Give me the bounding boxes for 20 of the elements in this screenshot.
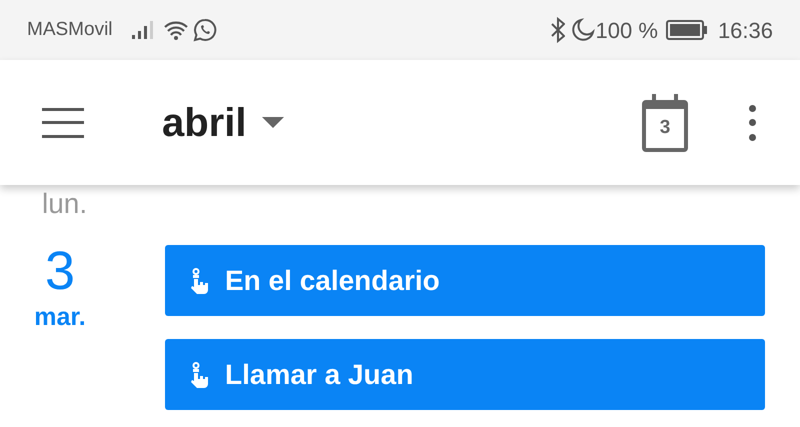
more-options-icon[interactable]	[748, 104, 756, 140]
event-item[interactable]: Llamar a Juan	[165, 339, 765, 410]
battery-percent: 100 %	[596, 16, 658, 44]
day-weekday: lun.	[42, 187, 88, 221]
month-selector[interactable]: abril	[162, 92, 284, 152]
clock: 16:36	[718, 16, 773, 44]
wifi-icon	[162, 19, 189, 41]
event-item[interactable]: En el calendario	[165, 245, 765, 316]
day-number: 3	[44, 243, 76, 299]
hand-icon	[189, 268, 211, 294]
chat-icon	[192, 18, 217, 42]
hand-icon	[189, 362, 211, 388]
bluetooth-icon	[550, 17, 565, 43]
battery-icon	[666, 20, 708, 40]
signal-icon	[130, 20, 155, 40]
carrier-name: MASMovil	[27, 18, 113, 42]
moon-icon	[570, 18, 595, 42]
caret-icon	[262, 116, 284, 128]
menu-icon[interactable]	[42, 108, 84, 138]
day-weekday: mar.	[34, 302, 86, 333]
